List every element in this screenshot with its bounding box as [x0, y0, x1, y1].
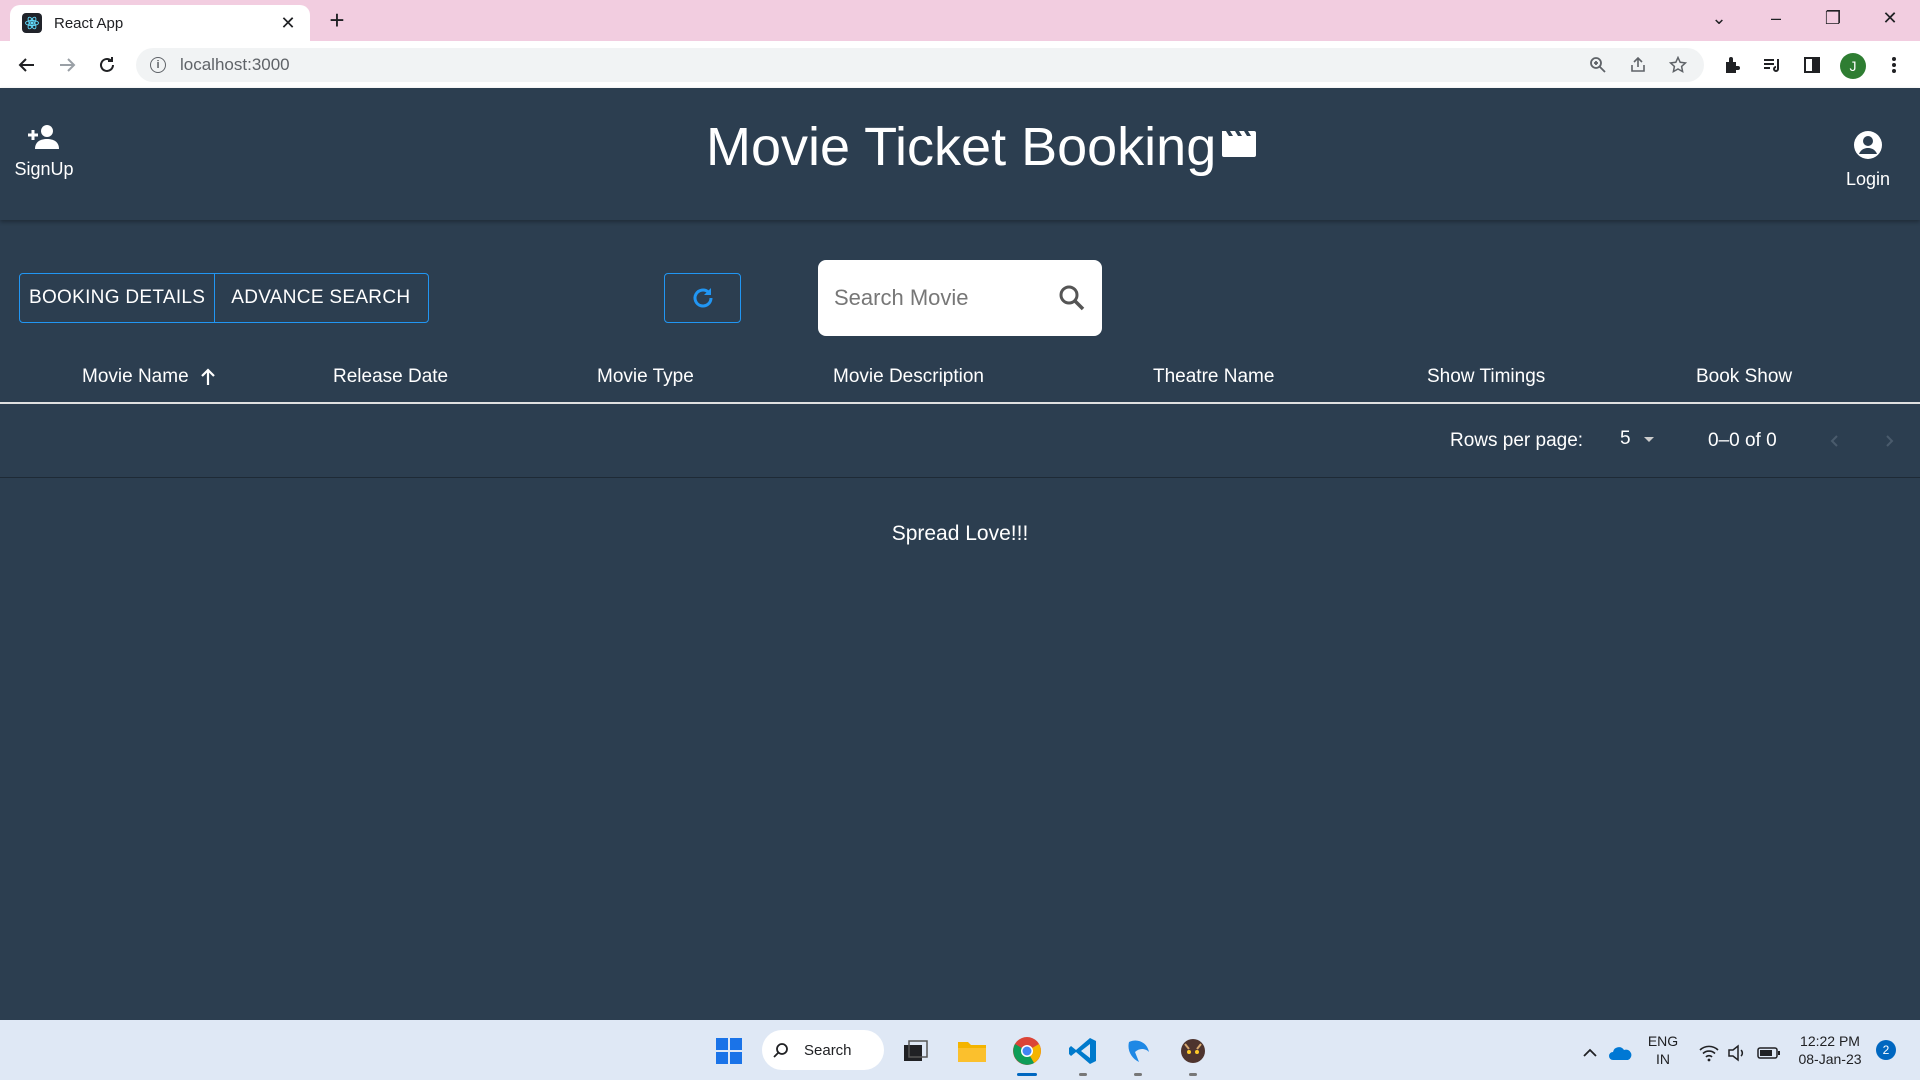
page-title-text: Movie Ticket Booking — [706, 117, 1217, 177]
column-header-theatre-name[interactable]: Theatre Name — [1153, 366, 1274, 388]
previous-page-icon[interactable] — [1820, 426, 1850, 456]
column-header-book-show[interactable]: Book Show — [1696, 366, 1792, 388]
share-icon[interactable] — [1628, 55, 1648, 75]
table-pagination: Rows per page: 5 0–0 of 0 — [0, 406, 1920, 478]
show-hidden-icons-chevron-icon[interactable] — [1573, 1036, 1607, 1070]
zoom-icon[interactable] — [1588, 55, 1608, 75]
column-header-movie-type[interactable]: Movie Type — [597, 366, 694, 388]
footer-text: Spread Love!!! — [891, 522, 1029, 545]
search-box — [818, 260, 1102, 336]
taskbar-search[interactable]: Search — [762, 1030, 884, 1070]
vscode-icon[interactable] — [1066, 1034, 1100, 1068]
back-icon[interactable] — [13, 51, 41, 79]
person-add-icon — [28, 125, 59, 149]
window-close-icon[interactable]: ✕ — [1878, 8, 1902, 29]
column-header-movie-description[interactable]: Movie Description — [833, 366, 984, 388]
booking-details-button[interactable]: BOOKING DETAILS — [20, 274, 214, 322]
column-label: Movie Name — [82, 366, 189, 387]
signup-button[interactable]: SignUp — [14, 124, 74, 180]
file-explorer-icon[interactable] — [955, 1034, 989, 1068]
tomcat-open-indicator — [1189, 1073, 1197, 1076]
site-info-icon[interactable]: i — [150, 57, 166, 73]
rows-per-page-select[interactable]: 5 — [1620, 428, 1657, 450]
browser-tabstrip: React App ✕ + ⌄ – ❐ ✕ — [0, 0, 1920, 41]
side-panel-icon[interactable] — [1800, 53, 1824, 77]
volume-icon[interactable] — [1720, 1036, 1754, 1070]
rows-per-page-label: Rows per page: — [1450, 430, 1584, 451]
react-favicon-icon — [22, 13, 42, 33]
app-header: SignUp Movie Ticket Booking Login — [0, 88, 1920, 220]
chrome-icon[interactable] — [1010, 1034, 1044, 1068]
table-header: Movie Name Release Date Movie Type Movie… — [0, 356, 1920, 404]
task-view-icon[interactable] — [898, 1034, 932, 1068]
taskbar-search-label: Search — [804, 1041, 852, 1059]
bookmark-star-icon[interactable] — [1668, 55, 1688, 75]
profile-avatar[interactable]: J — [1840, 53, 1866, 79]
pagination-range: 0–0 of 0 — [1708, 430, 1777, 451]
tab-search-chevron-icon[interactable]: ⌄ — [1707, 8, 1731, 29]
mysql-workbench-icon[interactable] — [1121, 1034, 1155, 1068]
next-page-icon[interactable] — [1874, 426, 1904, 456]
movie-clapper-icon — [1220, 110, 1258, 172]
language-line1: ENG — [1647, 1033, 1679, 1049]
new-tab-icon[interactable]: + — [324, 6, 350, 34]
minimize-icon[interactable]: – — [1764, 8, 1788, 29]
login-button[interactable]: Login — [1838, 130, 1898, 190]
login-label: Login — [1845, 169, 1891, 189]
tomcat-icon[interactable] — [1176, 1034, 1210, 1068]
search-icon[interactable] — [1058, 284, 1086, 312]
account-circle-icon — [1854, 131, 1882, 159]
refresh-icon — [693, 288, 712, 308]
media-control-icon[interactable] — [1760, 53, 1784, 77]
tab-title: React App — [54, 14, 124, 32]
column-header-show-timings[interactable]: Show Timings — [1427, 366, 1545, 388]
forward-icon[interactable] — [53, 51, 81, 79]
vscode-open-indicator — [1079, 1073, 1087, 1076]
search-input[interactable] — [834, 285, 1034, 311]
extensions-icon[interactable] — [1720, 53, 1744, 77]
reload-icon[interactable] — [93, 51, 121, 79]
restore-icon[interactable]: ❐ — [1821, 8, 1845, 29]
workbench-open-indicator — [1134, 1073, 1142, 1076]
search-icon — [772, 1041, 790, 1063]
chrome-menu-icon[interactable] — [1882, 53, 1906, 77]
action-button-group: BOOKING DETAILS ADVANCE SEARCH — [19, 273, 430, 323]
battery-icon[interactable] — [1752, 1036, 1786, 1070]
browser-toolbar: i localhost:3000 J — [0, 41, 1920, 88]
page-title: Movie Ticket Booking — [706, 116, 1258, 178]
footer: Spread Love!!! — [0, 522, 1920, 546]
rows-per-page-value: 5 — [1620, 428, 1631, 449]
clock-date: 08-Jan-23 — [1798, 1051, 1862, 1067]
url-text: localhost:3000 — [180, 55, 290, 74]
column-header-movie-name[interactable]: Movie Name — [82, 366, 219, 388]
tab-close-icon[interactable]: ✕ — [278, 13, 298, 34]
taskbar: Search ENG IN 12:22 PM 08-Jan-23 — [0, 1020, 1920, 1080]
dropdown-arrow-icon — [1643, 437, 1654, 442]
windows-start-icon[interactable] — [712, 1034, 746, 1068]
advance-search-button[interactable]: ADVANCE SEARCH — [214, 274, 428, 322]
refresh-button[interactable] — [664, 273, 741, 323]
onedrive-cloud-icon[interactable] — [1603, 1036, 1637, 1070]
signup-label: SignUp — [14, 159, 74, 179]
sort-arrow-up-icon — [200, 368, 215, 385]
notification-badge[interactable]: 2 — [1876, 1040, 1896, 1060]
column-header-release-date[interactable]: Release Date — [333, 366, 448, 388]
browser-tab[interactable]: React App ✕ — [10, 5, 310, 41]
clock[interactable]: 12:22 PM 08-Jan-23 — [1792, 1032, 1868, 1068]
chrome-active-indicator — [1017, 1073, 1037, 1076]
address-bar[interactable]: i localhost:3000 — [136, 48, 1704, 82]
language-indicator[interactable]: ENG IN — [1646, 1032, 1680, 1068]
language-line2: IN — [1656, 1051, 1670, 1067]
clock-time: 12:22 PM — [1800, 1033, 1860, 1049]
